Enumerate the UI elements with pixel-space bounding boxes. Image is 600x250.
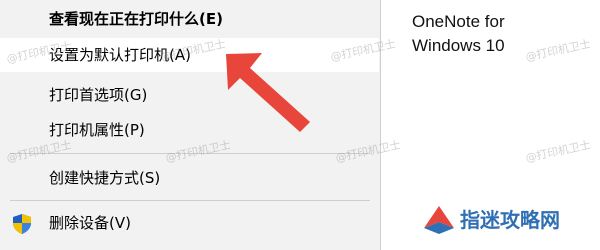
menu-separator (10, 200, 370, 201)
menu-separator (10, 153, 370, 154)
menu-item-label: 创建快捷方式(S) (49, 169, 161, 187)
shield-icon (13, 214, 31, 234)
context-menu: 查看现在正在打印什么(E) 设置为默认打印机(A) 打印首选项(G) 打印机属性… (0, 0, 381, 250)
menu-item-label: 删除设备(V) (49, 214, 131, 232)
menu-item-create-shortcut[interactable]: 创建快捷方式(S) (0, 161, 379, 195)
menu-item-set-default-printer[interactable]: 设置为默认打印机(A) (0, 38, 379, 72)
menu-item-label: 查看现在正在打印什么(E) (49, 10, 223, 28)
menu-item-remove-device[interactable]: 删除设备(V) (0, 206, 379, 240)
device-name-line2: Windows 10 (412, 36, 505, 55)
menu-item-printer-properties[interactable]: 打印机属性(P) (0, 113, 379, 147)
watermark: @打印机卫士 (524, 138, 592, 165)
brand-logo-icon (424, 206, 454, 234)
brand-name: 指迷攻略网 (460, 208, 560, 232)
watermark: @打印机卫士 (524, 37, 592, 64)
device-name-line1: OneNote for (412, 12, 505, 31)
menu-item-printing-preferences[interactable]: 打印首选项(G) (0, 78, 379, 112)
menu-item-see-whats-printing[interactable]: 查看现在正在打印什么(E) (0, 2, 379, 36)
menu-item-label: 设置为默认打印机(A) (49, 46, 191, 64)
menu-item-label: 打印首选项(G) (49, 86, 148, 104)
onenote-device-label[interactable]: OneNote for Windows 10 (412, 10, 505, 58)
menu-item-label: 打印机属性(P) (49, 121, 145, 139)
